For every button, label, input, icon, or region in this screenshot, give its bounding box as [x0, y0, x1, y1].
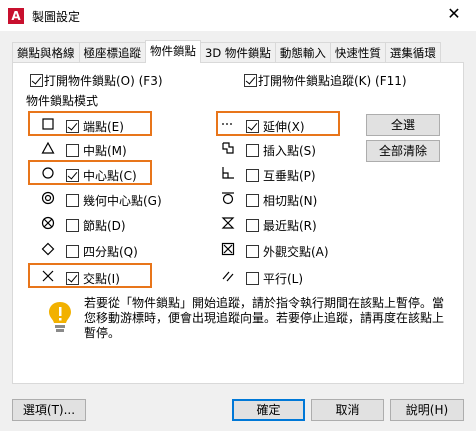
- otrack-on-option[interactable]: 打開物件鎖點追蹤(K) (F11): [244, 72, 407, 89]
- parallel-icon: [222, 271, 234, 282]
- mode-midpoint[interactable]: 中點(M): [66, 142, 127, 159]
- mode-intersection[interactable]: 交點(I): [66, 270, 120, 287]
- mode-insertion[interactable]: 插入點(S): [246, 142, 316, 159]
- tracking-info-text: 若要從「物件鎖點」開始追蹤，請於指令執行期間在該點上暫停。當您移動游標時，便會出…: [84, 296, 445, 340]
- otrack-on-checkbox[interactable]: [244, 74, 257, 87]
- parallel-label: 平行(L): [263, 272, 304, 286]
- node-checkbox[interactable]: [66, 219, 79, 232]
- endpoint-checkbox[interactable]: [66, 120, 79, 133]
- apparent-intersection-icon: [221, 242, 235, 256]
- mode-node[interactable]: 節點(D): [66, 217, 126, 234]
- tangent-checkbox[interactable]: [246, 194, 259, 207]
- intersection-x-icon: [42, 270, 54, 282]
- tangent-label: 相切點(N): [263, 194, 318, 208]
- clear-all-button[interactable]: 全部清除: [366, 140, 440, 162]
- nearest-label: 最近點(R): [263, 219, 317, 233]
- tab-strip: 鎖點與格線 極座標追蹤 物件鎖點 3D 物件鎖點 動態輸入 快速性質 選集循環: [12, 40, 441, 63]
- tab-polar-tracking[interactable]: 極座標追蹤: [78, 42, 146, 63]
- endpoint-square-icon: [42, 118, 54, 130]
- insertion-checkbox[interactable]: [246, 144, 259, 157]
- help-button[interactable]: 說明(H): [390, 399, 464, 421]
- center-checkbox[interactable]: [66, 169, 79, 182]
- nearest-checkbox[interactable]: [246, 219, 259, 232]
- center-label: 中心點(C): [83, 169, 137, 183]
- node-label: 節點(D): [83, 219, 126, 233]
- midpoint-triangle-icon: [41, 141, 55, 154]
- mode-tangent[interactable]: 相切點(N): [246, 192, 317, 209]
- tab-snap-grid[interactable]: 鎖點與格線: [12, 42, 80, 63]
- geometric-center-icon: [41, 191, 55, 205]
- ok-button[interactable]: 確定: [232, 399, 305, 421]
- geometric-center-checkbox[interactable]: [66, 194, 79, 207]
- close-icon[interactable]: ✕: [442, 4, 466, 24]
- mode-quadrant[interactable]: 四分點(Q): [66, 243, 138, 260]
- perpendicular-label: 互垂點(P): [263, 169, 316, 183]
- perpendicular-icon: [222, 167, 234, 179]
- apparent-intersection-label: 外觀交點(A): [263, 245, 329, 259]
- parallel-checkbox[interactable]: [246, 272, 259, 285]
- extension-dash-icon: [222, 123, 232, 125]
- osnap-modes-group-title: 物件鎖點模式: [26, 94, 99, 108]
- title-bar: A 製圖設定 ✕: [0, 0, 476, 31]
- insertion-icon: [222, 142, 234, 154]
- mode-extension[interactable]: 延伸(X): [246, 118, 305, 135]
- osnap-on-option[interactable]: 打開物件鎖點(O) (F3): [30, 72, 163, 89]
- intersection-label: 交點(I): [83, 272, 120, 286]
- extension-checkbox[interactable]: [246, 120, 259, 133]
- osnap-on-label: 打開物件鎖點(O) (F3): [44, 74, 163, 88]
- insertion-label: 插入點(S): [263, 144, 316, 158]
- tab-object-snap[interactable]: 物件鎖點: [145, 40, 201, 63]
- quadrant-label: 四分點(Q): [83, 245, 138, 259]
- cancel-button[interactable]: 取消: [311, 399, 384, 421]
- mode-endpoint[interactable]: 端點(E): [66, 118, 124, 135]
- nearest-hourglass-icon: [221, 217, 235, 229]
- geometric-center-label: 幾何中心點(G): [83, 194, 162, 208]
- mode-parallel[interactable]: 平行(L): [246, 270, 303, 287]
- midpoint-checkbox[interactable]: [66, 144, 79, 157]
- endpoint-label: 端點(E): [83, 120, 124, 134]
- quadrant-diamond-icon: [41, 242, 55, 256]
- extension-label: 延伸(X): [263, 120, 305, 134]
- otrack-on-label: 打開物件鎖點追蹤(K) (F11): [258, 74, 407, 88]
- tab-3d-object-snap[interactable]: 3D 物件鎖點: [200, 42, 276, 63]
- tab-quick-properties[interactable]: 快速性質: [329, 42, 386, 63]
- mode-center[interactable]: 中心點(C): [66, 167, 137, 184]
- autocad-app-icon: A: [8, 8, 24, 24]
- center-circle-icon: [42, 167, 54, 179]
- osnap-on-checkbox[interactable]: [30, 74, 43, 87]
- window-title: 製圖設定: [32, 10, 81, 24]
- apparent-intersection-checkbox[interactable]: [246, 245, 259, 258]
- perpendicular-checkbox[interactable]: [246, 169, 259, 182]
- mode-perpendicular[interactable]: 互垂點(P): [246, 167, 316, 184]
- options-button[interactable]: 選項(T)...: [12, 399, 86, 421]
- intersection-checkbox[interactable]: [66, 272, 79, 285]
- tab-dynamic-input[interactable]: 動態輸入: [274, 42, 331, 63]
- mode-nearest[interactable]: 最近點(R): [246, 217, 317, 234]
- mode-apparent-intersection[interactable]: 外觀交點(A): [246, 243, 329, 260]
- tangent-icon: [222, 192, 234, 205]
- select-all-button[interactable]: 全選: [366, 114, 440, 136]
- quadrant-checkbox[interactable]: [66, 245, 79, 258]
- node-icon: [41, 216, 55, 230]
- lightbulb-icon: [49, 302, 71, 332]
- tab-selection-cycling[interactable]: 選集循環: [384, 42, 441, 63]
- mode-geometric-center[interactable]: 幾何中心點(G): [66, 192, 162, 209]
- midpoint-label: 中點(M): [83, 144, 127, 158]
